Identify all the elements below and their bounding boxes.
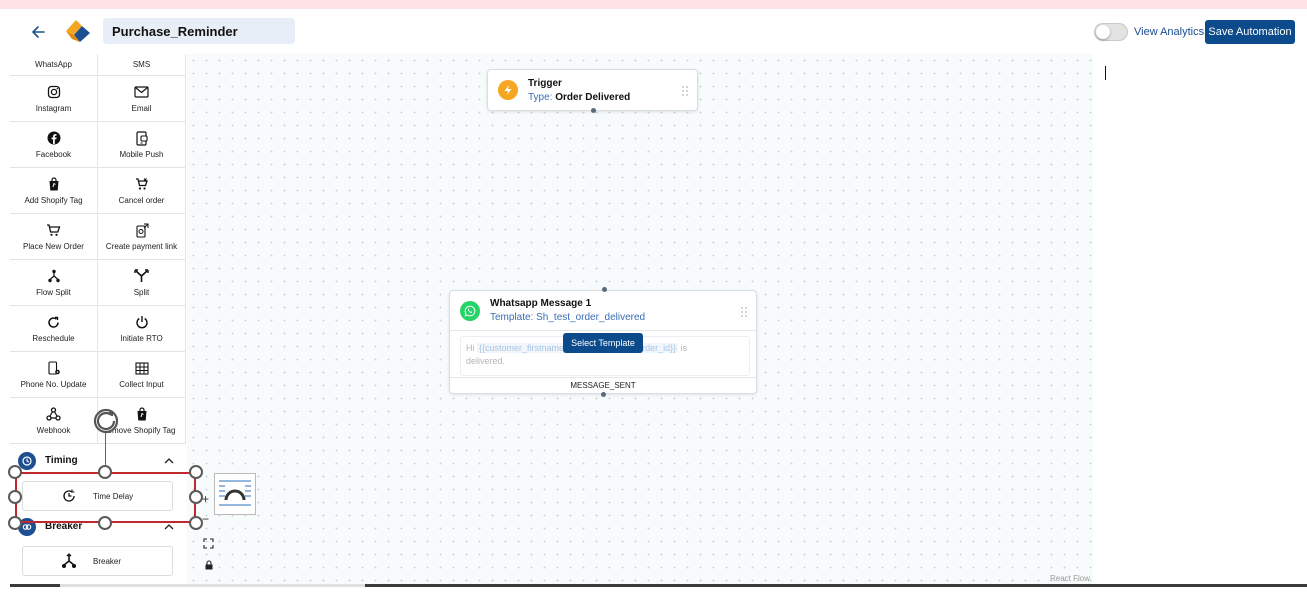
time-delay-icon: [61, 488, 77, 504]
tile-phone-no-update[interactable]: Phone No. Update: [10, 352, 98, 398]
trigger-type: Type: Order Delivered: [528, 92, 631, 103]
collect-input-icon: [134, 360, 150, 376]
shopify-bag-icon: [134, 406, 150, 422]
save-automation-button[interactable]: Save Automation: [1205, 20, 1295, 44]
tile-whatsapp[interactable]: WhatsApp: [10, 54, 98, 76]
breaker-icon: [61, 553, 77, 569]
tile-add-shopify-tag[interactable]: Add Shopify Tag: [10, 168, 98, 214]
tile-flow-split[interactable]: Flow Split: [10, 260, 98, 306]
tile-facebook[interactable]: Facebook: [10, 122, 98, 168]
rotate-handle-icon[interactable]: [92, 407, 120, 435]
time-delay-block[interactable]: Time Delay: [22, 481, 173, 511]
chevron-up-icon[interactable]: [162, 454, 176, 468]
tile-instagram[interactable]: Instagram: [10, 76, 98, 122]
tile-webhook[interactable]: Webhook: [10, 398, 98, 444]
wait-arc-icon: [214, 473, 256, 515]
tile-create-payment-link[interactable]: Create payment link: [98, 214, 186, 260]
select-template-button[interactable]: Select Template: [563, 333, 643, 353]
flow-canvas[interactable]: Trigger Type: Order Delivered Whatsapp M…: [187, 54, 1093, 584]
whatsapp-input-port[interactable]: [602, 287, 607, 292]
tile-split[interactable]: Split: [98, 260, 186, 306]
trigger-output-port[interactable]: [591, 108, 596, 113]
power-icon: [134, 314, 150, 330]
tile-mobile-push[interactable]: Mobile Push: [98, 122, 186, 168]
tile-place-new-order[interactable]: Place New Order: [10, 214, 98, 260]
cart-cancel-icon: [134, 176, 150, 192]
blocks-sidebar: WhatsApp SMS Instagram Email Facebook Mo…: [10, 54, 187, 584]
tile-reschedule[interactable]: Reschedule: [10, 306, 98, 352]
whatsapp-message-node[interactable]: Whatsapp Message 1 Template: Sh_test_ord…: [449, 287, 757, 397]
timing-section-header[interactable]: Timing: [10, 448, 187, 474]
instagram-icon: [46, 84, 62, 100]
reschedule-icon: [46, 314, 62, 330]
tile-cancel-order[interactable]: Cancel order: [98, 168, 186, 214]
shopify-bag-icon: [46, 176, 62, 192]
facebook-icon: [46, 130, 62, 146]
breaker-section-header[interactable]: Breaker: [10, 514, 187, 540]
phone-update-icon: [46, 360, 62, 376]
cart-icon: [46, 222, 62, 238]
whatsapp-icon: [460, 301, 480, 321]
webhook-icon: [46, 406, 62, 422]
split-icon: [134, 268, 150, 284]
tile-collect-input[interactable]: Collect Input: [98, 352, 186, 398]
lightning-icon: [498, 80, 518, 100]
breaker-block[interactable]: Breaker: [22, 546, 173, 576]
app-logo-icon: [64, 17, 92, 45]
trigger-node[interactable]: Trigger Type: Order Delivered: [487, 69, 698, 113]
drag-handle-icon[interactable]: [740, 305, 748, 317]
automation-name-input[interactable]: [103, 18, 295, 44]
view-analytics-toggle[interactable]: [1094, 23, 1128, 41]
message-sent-output: MESSAGE_SENT: [570, 381, 636, 390]
tile-email[interactable]: Email: [98, 76, 186, 122]
email-icon: [134, 84, 150, 100]
top-notification-strip: [0, 0, 1307, 9]
whatsapp-output-port[interactable]: [601, 392, 606, 397]
tile-initiate-rto[interactable]: Initiate RTO: [98, 306, 186, 352]
react-flow-attribution[interactable]: React Flow: [1050, 574, 1090, 583]
zoom-out-button[interactable]: −: [202, 512, 209, 526]
fit-view-icon[interactable]: [203, 536, 214, 549]
chevron-up-icon[interactable]: [162, 520, 176, 534]
payment-link-icon: [134, 222, 150, 238]
back-arrow-icon[interactable]: [28, 22, 48, 42]
drag-handle-icon[interactable]: [681, 84, 689, 96]
text-caret: [1105, 66, 1106, 80]
view-analytics-label: View Analytics: [1134, 26, 1205, 38]
tile-sms[interactable]: SMS: [98, 54, 186, 76]
header: View Analytics Save Automation: [0, 9, 1307, 54]
properties-panel[interactable]: [1093, 54, 1307, 584]
clock-icon: [18, 452, 36, 470]
flow-split-icon: [46, 268, 62, 284]
scrollbar-thumb[interactable]: [60, 584, 365, 587]
horizontal-scrollbar[interactable]: [10, 584, 1307, 587]
mobile-push-icon: [134, 130, 150, 146]
zoom-in-button[interactable]: +: [202, 492, 209, 506]
lock-icon[interactable]: [204, 557, 214, 570]
breaker-section-icon: [18, 518, 36, 536]
